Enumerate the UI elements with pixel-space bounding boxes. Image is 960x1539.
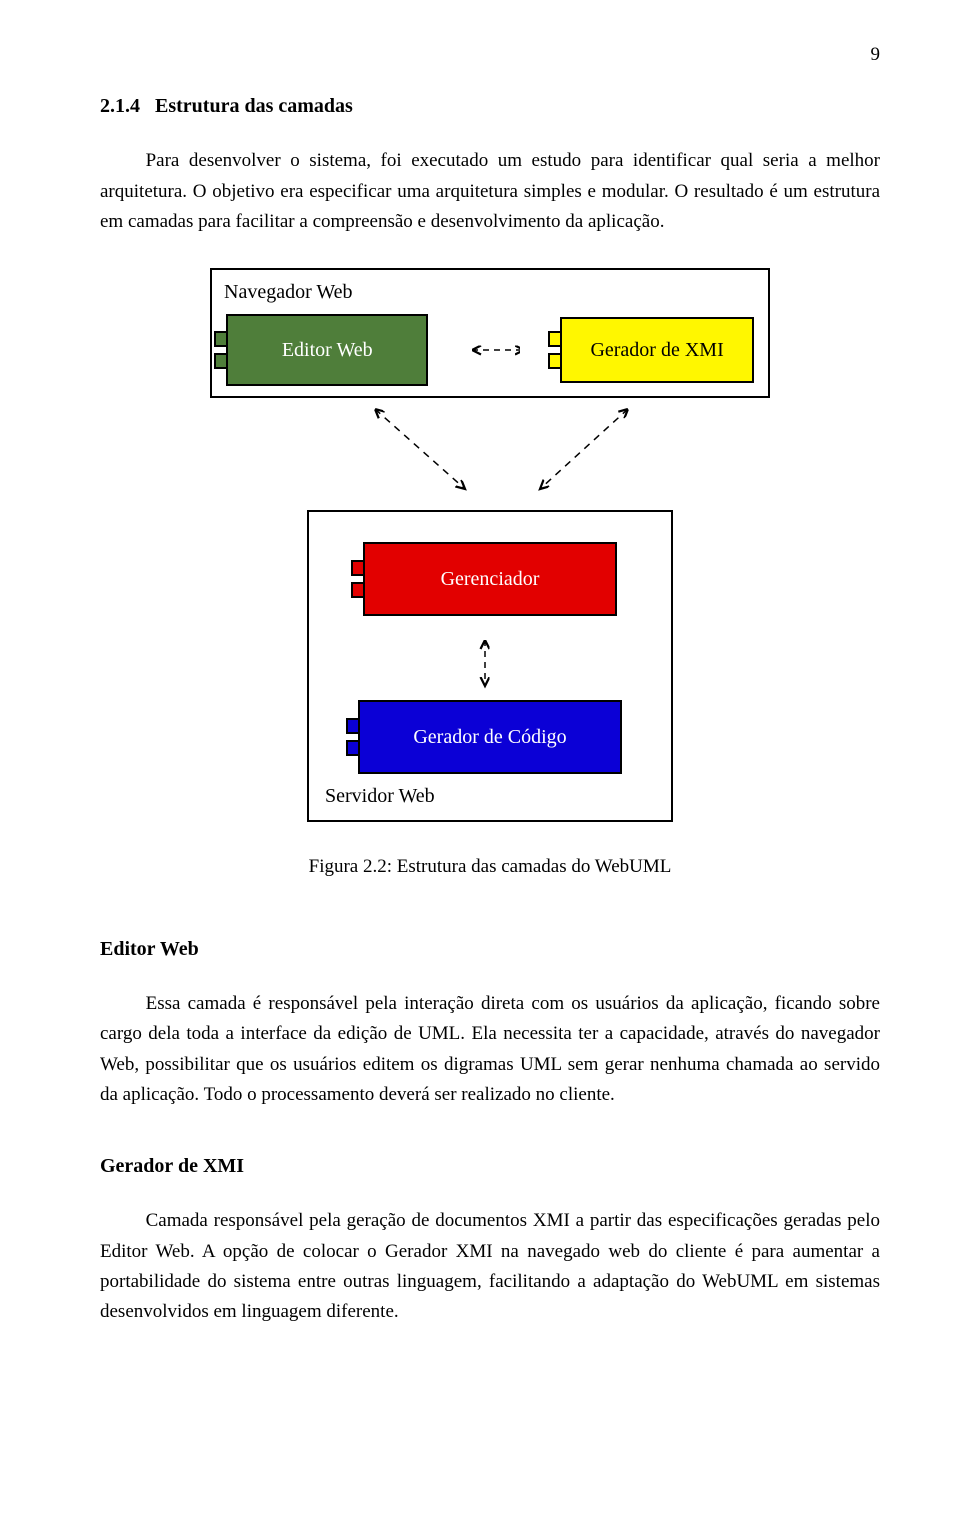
arrow-manager-codegen-icon: [325, 636, 655, 690]
editor-web-component: Editor Web: [226, 314, 428, 386]
codegen-component: Gerador de Código: [358, 700, 622, 774]
subsection-editor-paragraph: Essa camada é responsável pela interação…: [100, 989, 880, 1111]
server-frame: Gerenciador Gerador de Código Servidor W…: [307, 510, 673, 822]
browser-frame: Navegador Web Editor Web: [210, 268, 770, 398]
editor-web-label: Editor Web: [282, 334, 373, 366]
xmi-generator-label: Gerador de XMI: [590, 334, 723, 366]
page-number: 9: [100, 40, 880, 70]
browser-label: Navegador Web: [220, 274, 760, 314]
section-heading: 2.1.4 Estrutura das camadas: [100, 90, 880, 122]
subsection-editor-heading: Editor Web: [100, 933, 880, 965]
intro-paragraph: Para desenvolver o sistema, foi executad…: [100, 146, 880, 237]
arrow-editor-xmi-icon: [468, 335, 520, 365]
subsection-xmi-heading: Gerador de XMI: [100, 1150, 880, 1182]
manager-label: Gerenciador: [441, 563, 540, 595]
section-title: Estrutura das camadas: [155, 95, 353, 117]
xmi-generator-component: Gerador de XMI: [560, 317, 754, 383]
figure-caption: Figura 2.2: Estrutura das camadas do Web…: [100, 852, 880, 882]
subsection-xmi-paragraph: Camada responsável pela geração de docum…: [100, 1206, 880, 1328]
arrow-top-to-manager-icon: [210, 404, 770, 494]
manager-component: Gerenciador: [363, 542, 617, 616]
section-number: 2.1.4: [100, 95, 140, 117]
figure: Navegador Web Editor Web: [100, 268, 880, 883]
codegen-label: Gerador de Código: [413, 721, 566, 753]
server-label: Servidor Web: [325, 774, 655, 812]
